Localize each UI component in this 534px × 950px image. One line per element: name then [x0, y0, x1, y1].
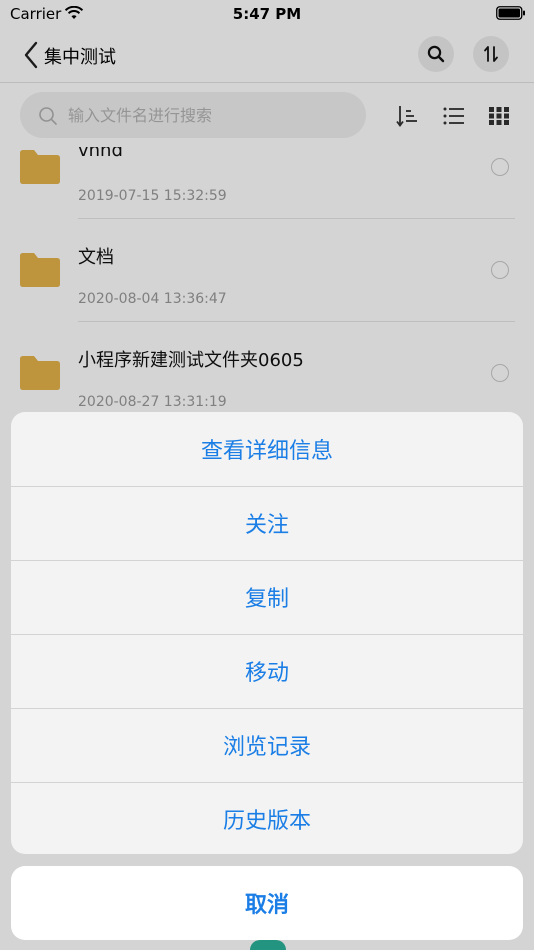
action-follow[interactable]: 关注 [11, 486, 523, 560]
action-copy[interactable]: 复制 [11, 560, 523, 634]
action-move[interactable]: 移动 [11, 634, 523, 708]
cancel-button[interactable]: 取消 [11, 866, 523, 940]
action-version-history[interactable]: 历史版本 [11, 782, 523, 854]
action-sheet: 查看详细信息 关注 复制 移动 浏览记录 历史版本 [11, 412, 523, 854]
action-view-details[interactable]: 查看详细信息 [11, 412, 523, 486]
action-browse-history[interactable]: 浏览记录 [11, 708, 523, 782]
screen: Carrier 5:47 PM 集中测试 输入文件名进行搜索 vnhd 2019… [0, 0, 534, 950]
